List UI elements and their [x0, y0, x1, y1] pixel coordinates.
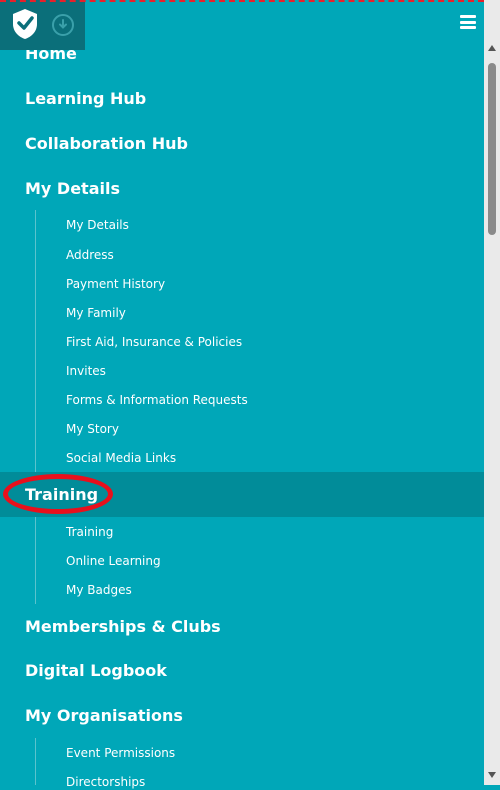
scroll-down-arrow-icon[interactable] — [488, 772, 496, 778]
subnav-social-media-links[interactable]: Social Media Links — [66, 450, 176, 466]
subnav-payment-history[interactable]: Payment History — [66, 276, 165, 292]
nav-learning-hub[interactable]: Learning Hub — [25, 89, 146, 109]
subnav-event-permissions[interactable]: Event Permissions — [66, 745, 175, 761]
subnav-directorships[interactable]: Directorships — [66, 774, 145, 790]
top-dashed-border — [0, 0, 484, 2]
submenu-line-my-organisations — [35, 738, 36, 785]
nav-memberships-clubs[interactable]: Memberships & Clubs — [25, 617, 221, 637]
hamburger-menu-icon[interactable] — [460, 15, 476, 31]
scrollbar-thumb[interactable] — [488, 63, 496, 235]
nav-training[interactable]: Training — [25, 485, 98, 505]
nav-collaboration-hub[interactable]: Collaboration Hub — [25, 134, 188, 154]
scroll-up-arrow-icon[interactable] — [488, 45, 496, 51]
nav-my-organisations[interactable]: My Organisations — [25, 706, 183, 726]
nav-digital-logbook[interactable]: Digital Logbook — [25, 661, 167, 681]
logo-area[interactable] — [0, 0, 85, 50]
subnav-my-story[interactable]: My Story — [66, 421, 119, 437]
subnav-invites[interactable]: Invites — [66, 363, 106, 379]
nav-my-details[interactable]: My Details — [25, 179, 120, 199]
download-icon[interactable] — [52, 14, 74, 36]
subnav-my-details[interactable]: My Details — [66, 217, 129, 233]
shield-badge-icon — [13, 9, 37, 39]
subnav-address[interactable]: Address — [66, 247, 114, 263]
subnav-my-badges[interactable]: My Badges — [66, 582, 132, 598]
subnav-first-aid-insurance-policies[interactable]: First Aid, Insurance & Policies — [66, 334, 242, 350]
subnav-training[interactable]: Training — [66, 524, 113, 540]
vertical-scrollbar[interactable] — [484, 0, 500, 785]
subnav-my-family[interactable]: My Family — [66, 305, 126, 321]
subnav-forms-information-requests[interactable]: Forms & Information Requests — [66, 392, 248, 408]
submenu-line-my-details — [35, 210, 36, 472]
subnav-online-learning[interactable]: Online Learning — [66, 553, 161, 569]
submenu-line-training — [35, 517, 36, 604]
